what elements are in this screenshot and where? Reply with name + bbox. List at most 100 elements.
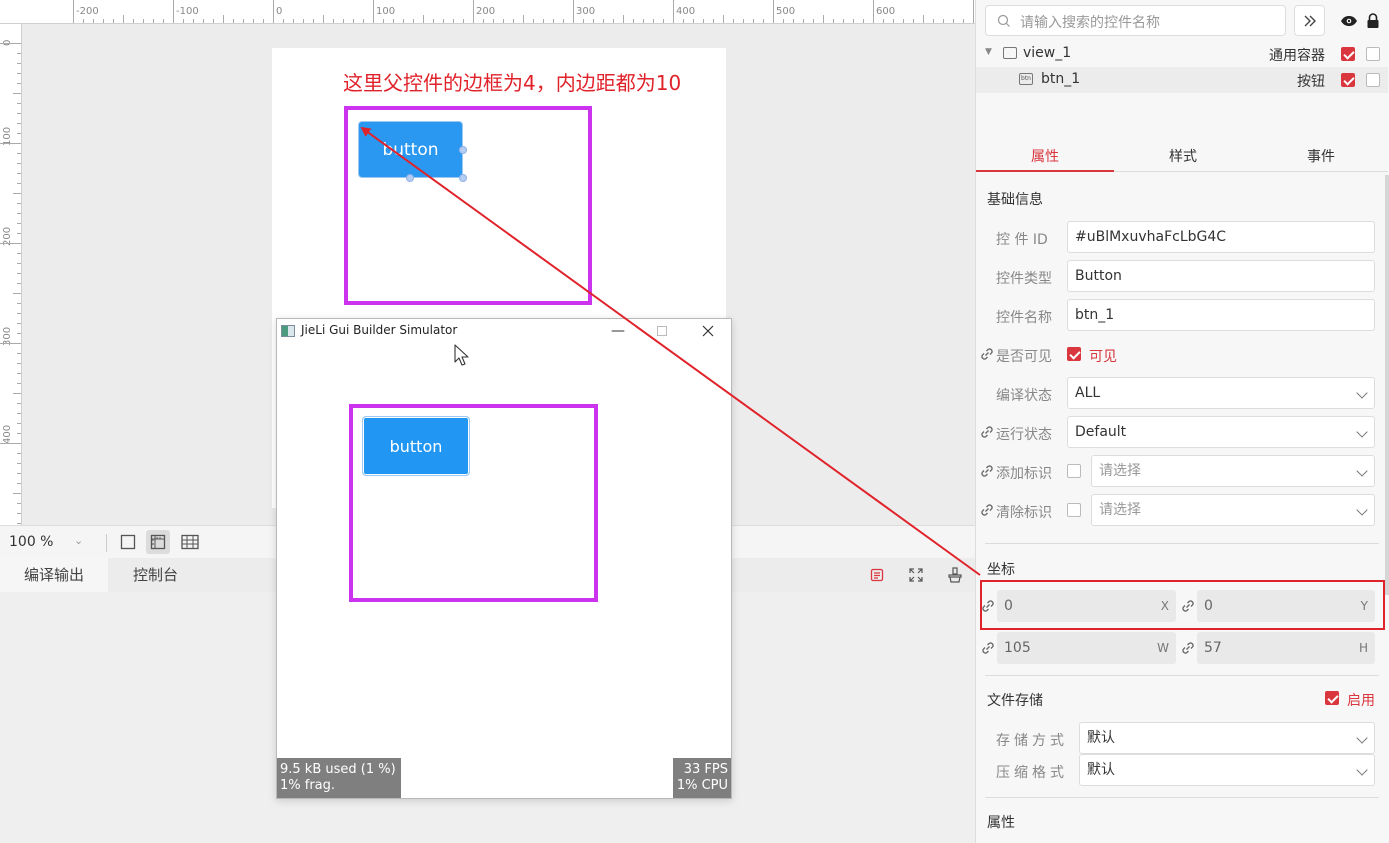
run-value: Default: [1075, 424, 1127, 440]
tree-item-type: 按钮: [1297, 74, 1325, 90]
tab-styles[interactable]: 样式: [1114, 144, 1252, 172]
ruler-tick: [17, 433, 21, 434]
visible-checkbox[interactable]: [1341, 47, 1355, 61]
design-button-btn-1[interactable]: button: [358, 121, 463, 178]
ruler-tick: [933, 19, 934, 23]
id-field[interactable]: #uBlMxuvhaFcLbG4C: [1067, 221, 1375, 253]
ruler-tick: [783, 19, 784, 23]
ruler-tick: [803, 19, 804, 23]
ruler-view-icon[interactable]: [146, 530, 170, 554]
ruler-tick: [0, 143, 21, 144]
clean-icon[interactable]: [946, 566, 964, 584]
compress-value: 默认: [1087, 762, 1115, 778]
maximize-icon[interactable]: [647, 321, 677, 341]
w-field[interactable]: 105 W: [997, 632, 1176, 664]
ruler-tick: [17, 233, 21, 234]
visible-checkbox[interactable]: [1067, 347, 1081, 361]
ruler-tick: [363, 19, 364, 23]
ruler-label: -200: [76, 6, 99, 17]
compress-select[interactable]: 默认: [1079, 754, 1375, 786]
link-icon[interactable]: [979, 424, 995, 440]
run-select[interactable]: Default: [1067, 416, 1375, 448]
ruler-label: 200: [476, 6, 496, 17]
chevron-down-icon[interactable]: ⌄: [74, 534, 83, 547]
ruler-tick: [0, 343, 21, 344]
ruler-tick: [103, 19, 104, 23]
tree-item-view-1[interactable]: ▼ view_1 通用容器: [976, 41, 1388, 67]
add-flag-select[interactable]: 请选择: [1091, 455, 1375, 487]
link-icon[interactable]: [979, 346, 995, 362]
grid-view-icon[interactable]: [178, 530, 202, 554]
eye-icon[interactable]: [1340, 12, 1358, 30]
chevron-down-icon: [1356, 387, 1368, 399]
ruler-tick: [163, 19, 164, 23]
lock-checkbox[interactable]: [1366, 47, 1380, 61]
section-coordinates: 坐标: [987, 562, 1015, 578]
ruler-tick: [733, 19, 734, 23]
ruler-tick: [143, 19, 144, 23]
lock-icon[interactable]: [1364, 12, 1382, 30]
simulated-button[interactable]: button: [362, 416, 470, 476]
clear-flag-select[interactable]: 请选择: [1091, 494, 1375, 526]
ruler-tick: [17, 223, 21, 224]
link-icon[interactable]: [979, 463, 995, 479]
resize-handle[interactable]: [406, 174, 414, 182]
tab-properties[interactable]: 属性: [976, 144, 1114, 172]
minimize-icon[interactable]: —: [603, 321, 633, 341]
zoom-select[interactable]: 100 %: [9, 534, 53, 550]
ruler-tick: [773, 0, 774, 23]
caret-down-icon[interactable]: ▼: [985, 47, 992, 57]
performance-monitor: 33 FPS 1% CPU: [673, 758, 731, 798]
close-icon[interactable]: [693, 321, 723, 341]
ruler-tick: [17, 403, 21, 404]
app-icon: [281, 325, 295, 337]
scrollbar[interactable]: [1385, 175, 1389, 595]
tree-item-btn-1[interactable]: btn btn_1 按钮: [976, 67, 1388, 93]
add-flag-checkbox[interactable]: [1067, 464, 1081, 478]
expand-icon[interactable]: [907, 566, 925, 584]
annotation-highlight-box: [980, 580, 1385, 630]
property-tabs: 属性 样式 事件: [976, 144, 1388, 172]
single-view-icon[interactable]: [116, 530, 140, 554]
compile-select[interactable]: ALL: [1067, 377, 1375, 409]
search-placeholder: 请输入搜索的控件名称: [1020, 15, 1160, 31]
search-input[interactable]: 请输入搜索的控件名称: [985, 5, 1286, 36]
storage-mode-select[interactable]: 默认: [1079, 722, 1375, 754]
tab-console[interactable]: 控制台: [109, 558, 202, 592]
clear-flag-checkbox[interactable]: [1067, 503, 1081, 517]
link-icon[interactable]: [980, 640, 996, 656]
ruler-left: 0 100 200 300 400: [0, 24, 22, 525]
ruler-tick: [17, 173, 21, 174]
visible-label: 是否可见: [996, 349, 1052, 365]
h-field[interactable]: 57 H: [1197, 632, 1375, 664]
tab-compile-output[interactable]: 编译输出: [0, 558, 109, 592]
type-field[interactable]: Button: [1067, 260, 1375, 292]
link-icon[interactable]: [979, 502, 995, 518]
ruler-label: 0: [276, 6, 283, 17]
ruler-tick: [17, 463, 21, 464]
tab-events[interactable]: 事件: [1252, 144, 1389, 172]
ruler-top: -200 -100 0 100 200 300 400 500 600: [0, 0, 975, 24]
ruler-tick: [393, 19, 394, 23]
resize-handle[interactable]: [459, 146, 467, 154]
storage-enable-checkbox[interactable]: [1325, 691, 1339, 705]
link-icon[interactable]: [1180, 640, 1196, 656]
ruler-tick: [603, 19, 604, 23]
resize-handle[interactable]: [459, 174, 467, 182]
simulator-titlebar[interactable]: JieLi Gui Builder Simulator —: [277, 319, 731, 343]
ruler-tick: [533, 19, 534, 23]
ruler-label: 400: [2, 424, 13, 444]
ruler-tick: [313, 19, 314, 23]
simulator-window[interactable]: JieLi Gui Builder Simulator — button 9.5…: [276, 318, 732, 799]
ruler-tick: [17, 123, 21, 124]
ruler-label: 600: [876, 6, 896, 17]
ruler-tick: [563, 19, 564, 23]
visible-checkbox[interactable]: [1341, 73, 1355, 87]
collapse-panel-button[interactable]: [1294, 5, 1325, 36]
ruler-tick: [17, 213, 21, 214]
ruler-tick: [17, 103, 21, 104]
clear-log-icon[interactable]: [868, 566, 886, 584]
ruler-tick: [823, 15, 824, 23]
name-field[interactable]: btn_1: [1067, 299, 1375, 331]
lock-checkbox[interactable]: [1366, 73, 1380, 87]
